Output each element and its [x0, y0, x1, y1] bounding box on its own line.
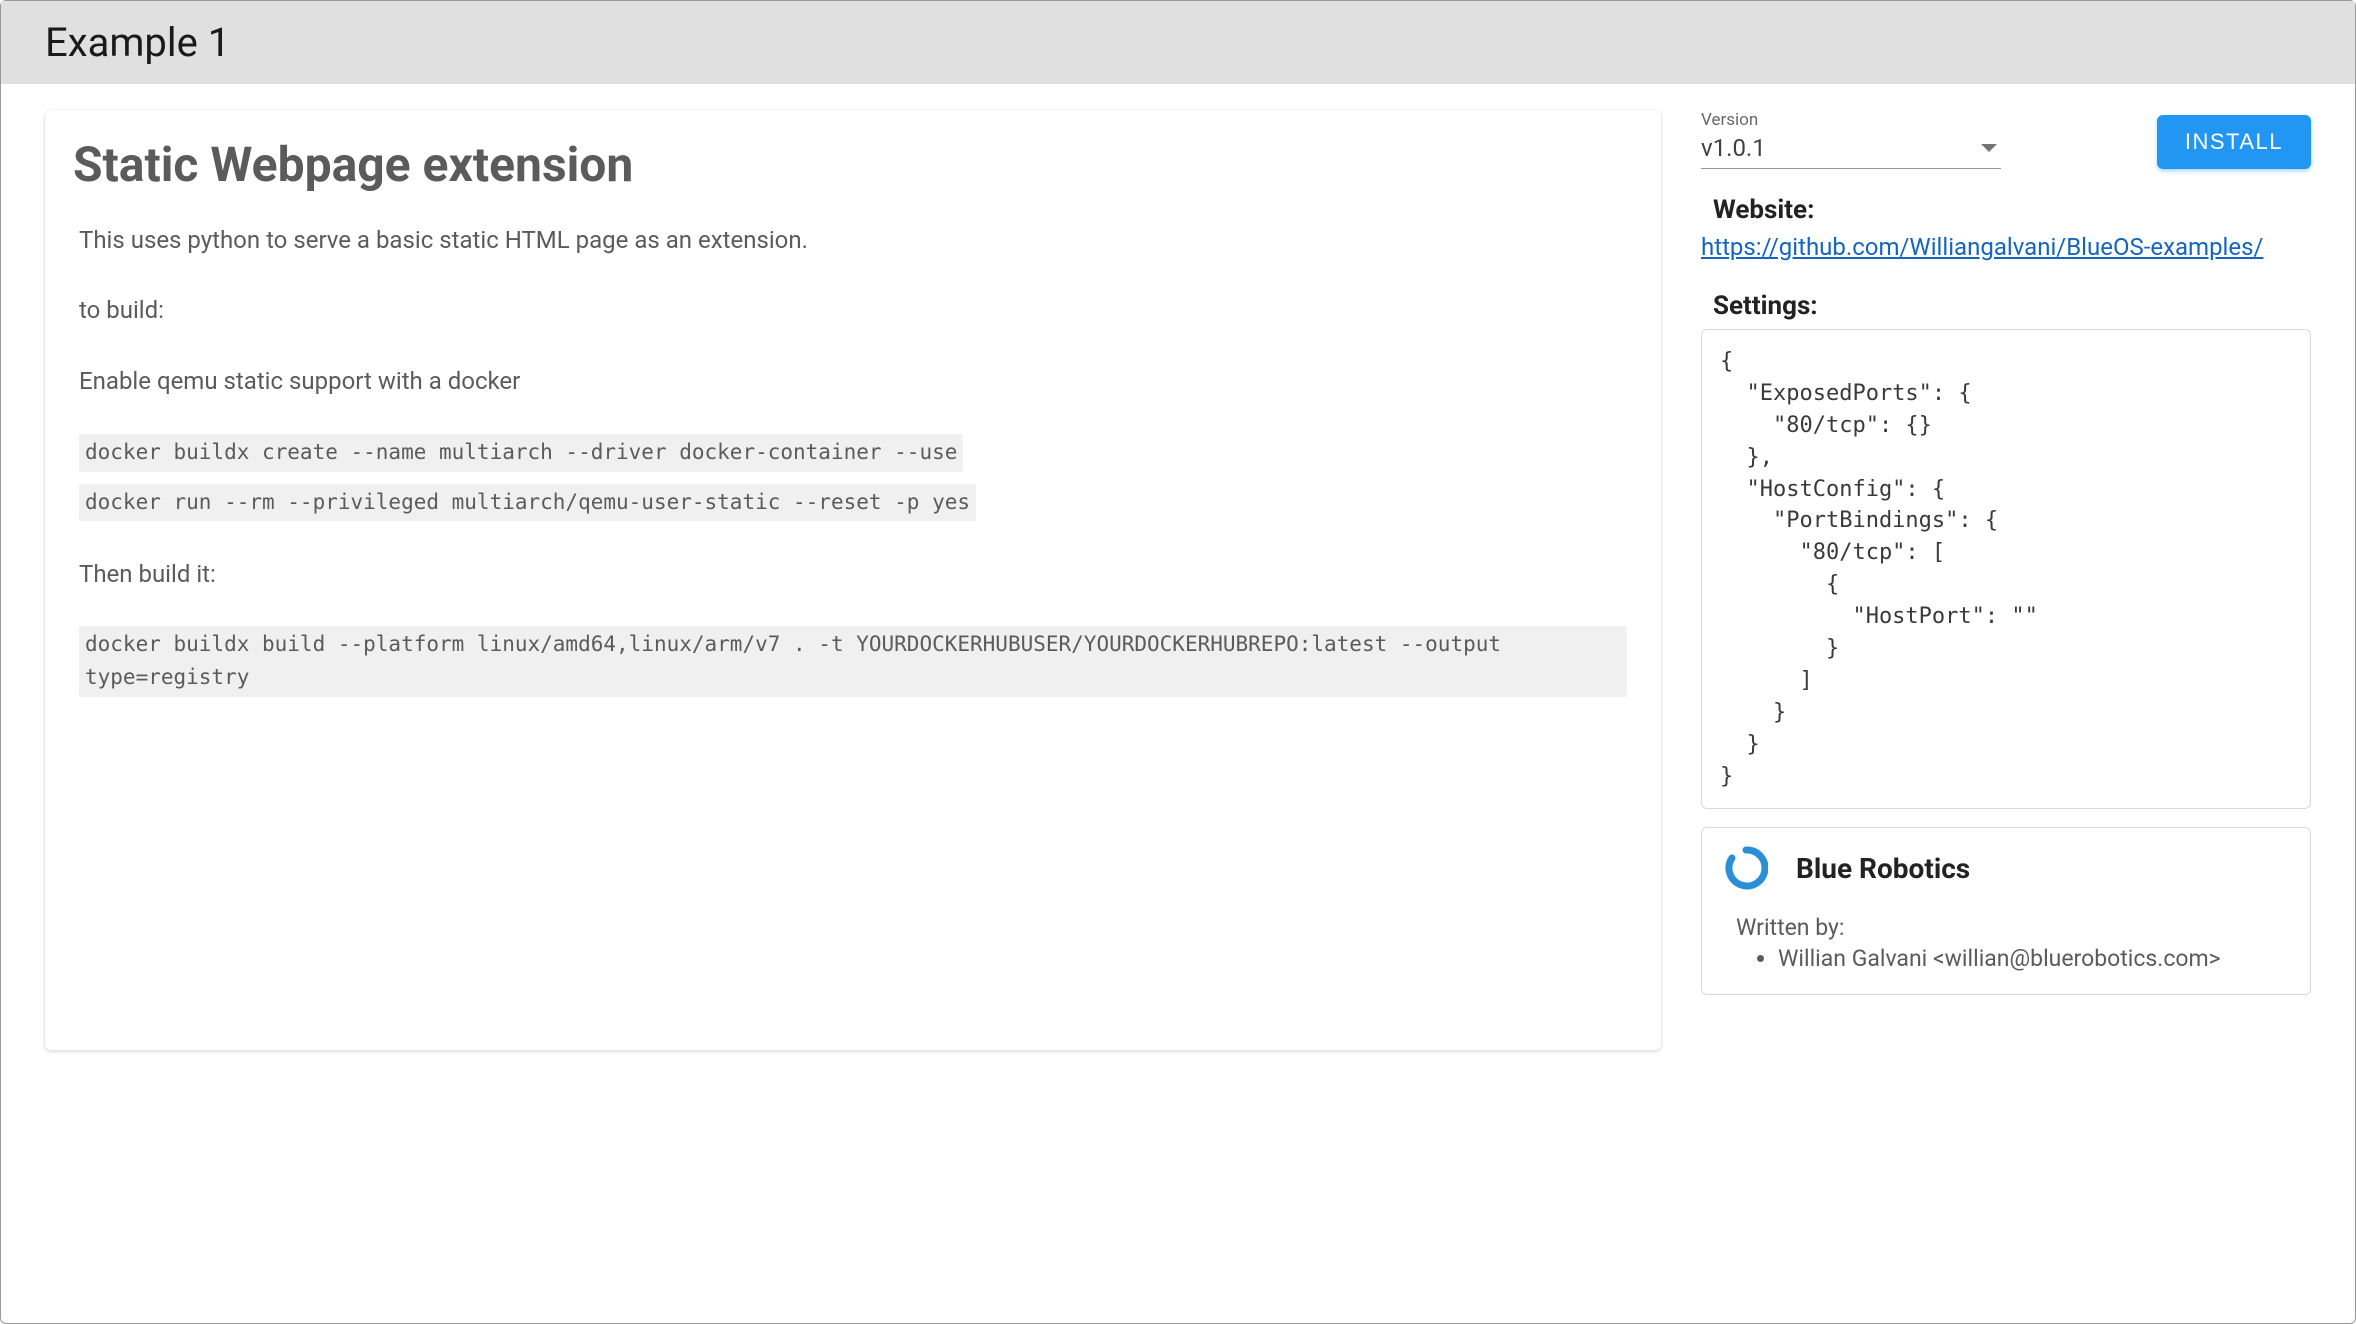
company-logo-icon	[1724, 846, 1768, 890]
code-block-2: docker buildx build --platform linux/amd…	[79, 626, 1627, 707]
written-by-label: Written by:	[1736, 914, 2288, 941]
website-link[interactable]: https://github.com/Williangalvani/BlueOS…	[1701, 233, 2263, 261]
website-section: Website: https://github.com/Williangalva…	[1701, 195, 2311, 281]
code-line: docker run --rm --privileged multiarch/q…	[79, 484, 976, 522]
company-card: Blue Robotics Written by: Willian Galvan…	[1701, 827, 2311, 995]
enable-qemu-text: Enable qemu static support with a docker	[79, 362, 1627, 400]
settings-heading: Settings:	[1713, 291, 2311, 321]
settings-json: { "ExposedPorts": { "80/tcp": {} }, "Hos…	[1701, 329, 2311, 809]
build-label: to build:	[79, 291, 1627, 329]
company-name: Blue Robotics	[1796, 852, 1970, 885]
chevron-down-icon	[1981, 144, 1997, 152]
company-header: Blue Robotics	[1724, 846, 2288, 890]
code-block-1: docker buildx create --name multiarch --…	[79, 432, 1627, 531]
description-card: Static Webpage extension This uses pytho…	[45, 110, 1661, 1050]
extension-title: Static Webpage extension	[73, 136, 1627, 193]
install-button[interactable]: INSTALL	[2157, 115, 2311, 169]
code-line: docker buildx create --name multiarch --…	[79, 434, 963, 472]
page-title: Example 1	[45, 19, 2311, 66]
content-wrap: Static Webpage extension This uses pytho…	[1, 84, 2355, 1076]
author-item: Willian Galvani <willian@bluerobotics.co…	[1778, 945, 2288, 972]
code-line: docker buildx build --platform linux/amd…	[79, 626, 1627, 697]
sidebar: Version v1.0.1 INSTALL Website: https://…	[1701, 110, 2311, 1050]
version-install-row: Version v1.0.1 INSTALL	[1701, 110, 2311, 169]
version-select[interactable]: Version v1.0.1	[1701, 110, 2001, 169]
version-value: v1.0.1	[1701, 134, 1766, 162]
header-bar: Example 1	[1, 1, 2355, 84]
version-value-row: v1.0.1	[1701, 134, 2001, 162]
intro-text: This uses python to serve a basic static…	[79, 221, 1627, 259]
then-build-text: Then build it:	[79, 555, 1627, 593]
settings-section: Settings: { "ExposedPorts": { "80/tcp": …	[1701, 291, 2311, 809]
author-list: Willian Galvani <willian@bluerobotics.co…	[1778, 945, 2288, 972]
website-heading: Website:	[1713, 195, 2311, 225]
extension-body: This uses python to serve a basic static…	[79, 221, 1627, 707]
version-label: Version	[1701, 110, 2001, 130]
